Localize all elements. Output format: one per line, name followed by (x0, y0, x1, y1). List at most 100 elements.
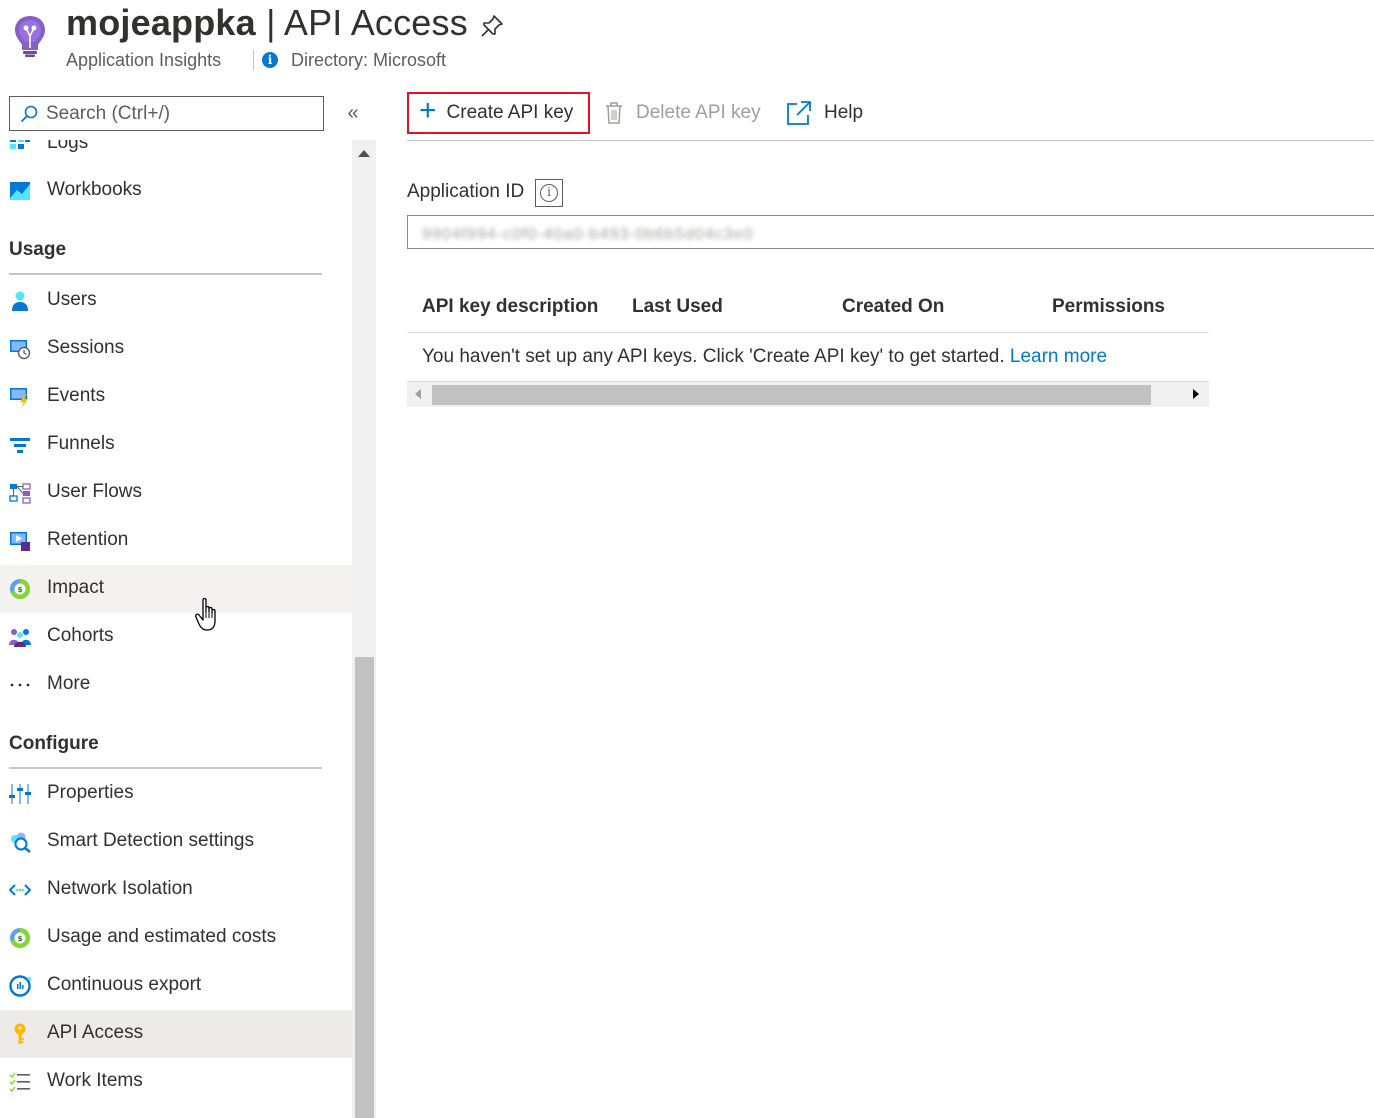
info-icon: i (540, 184, 558, 202)
funnels-icon (10, 438, 30, 453)
sidebar-item-label: Sessions (47, 337, 125, 358)
section-divider (9, 767, 322, 769)
column-header-permissions[interactable]: Permissions (1052, 296, 1165, 318)
svg-text:$: $ (18, 935, 23, 943)
delete-api-key-button[interactable]: Delete API key (604, 92, 761, 134)
sidebar-item-workbooks[interactable]: Workbooks (0, 167, 352, 215)
sessions-icon (10, 340, 31, 360)
collapse-sidebar-button[interactable]: « (342, 100, 364, 126)
sidebar-item-user-flows[interactable]: User Flows (0, 469, 352, 517)
impact-icon: $ (10, 578, 31, 599)
section-divider (9, 273, 322, 275)
resource-type: Application Insights (66, 50, 222, 70)
sidebar-item-label: Usage and estimated costs (47, 926, 277, 947)
section-heading-configure: Configure (9, 733, 99, 754)
retention-icon (10, 532, 30, 551)
sidebar-item-retention[interactable]: Retention (0, 517, 352, 565)
usage-costs-icon: $ (10, 927, 31, 948)
network-isolation-icon (9, 884, 31, 896)
application-id-field[interactable]: 9904f994-c0f0-40a0-b493-0b6b5d04c3e0 (407, 215, 1374, 249)
sidebar-item-usage-costs[interactable]: $ Usage and estimated costs (0, 914, 352, 962)
application-id-label: Application ID (407, 181, 525, 202)
sidebar-item-label: Users (47, 289, 97, 310)
scroll-up-arrow-icon[interactable] (358, 150, 370, 157)
key-icon (14, 1023, 26, 1044)
section-heading-usage: Usage (9, 239, 67, 260)
events-icon (10, 388, 28, 408)
page-title: mojeappka | API Access (66, 2, 468, 44)
logs-icon (10, 140, 30, 149)
scroll-right-arrow-icon[interactable] (1193, 389, 1199, 399)
sidebar-item-label: Cohorts (47, 625, 114, 646)
user-flows-icon (9, 483, 31, 504)
application-id-info-button[interactable]: i (535, 179, 563, 207)
column-header-description[interactable]: API key description (422, 296, 598, 318)
help-button[interactable]: Help (786, 92, 863, 134)
sidebar-item-smart-detection[interactable]: Smart Detection settings (0, 818, 352, 866)
smart-detection-icon (11, 832, 31, 853)
search-input[interactable] (46, 97, 316, 130)
create-api-key-button[interactable]: + Create API key (407, 92, 590, 134)
directory-label: Directory: Microsoft (291, 50, 447, 70)
sidebar-item-more[interactable]: More (0, 661, 352, 709)
svg-text:$: $ (18, 586, 23, 594)
sidebar-item-continuous-export[interactable]: Continuous export (0, 962, 352, 1010)
cohorts-icon (9, 629, 31, 647)
sidebar-item-label: Events (47, 385, 106, 406)
delete-api-key-label: Delete API key (636, 102, 761, 123)
create-api-key-label: Create API key (446, 102, 574, 123)
sidebar-item-label: Workbooks (47, 179, 142, 200)
sidebar-scrollbar[interactable] (352, 140, 376, 1118)
trash-icon (606, 102, 622, 124)
users-icon (12, 291, 28, 311)
app-insights-icon (15, 16, 45, 57)
search-icon (20, 105, 38, 123)
external-link-icon (787, 101, 811, 125)
sidebar-item-label: Smart Detection settings (47, 830, 254, 851)
scroll-left-arrow-icon[interactable] (415, 389, 421, 399)
toolbar-divider (407, 140, 1374, 141)
plus-icon: + (419, 94, 437, 127)
workbooks-icon (10, 182, 30, 200)
sidebar-item-cohorts[interactable]: Cohorts (0, 613, 352, 661)
sidebar-item-network-isolation[interactable]: Network Isolation (0, 866, 352, 914)
sidebar-item-logs[interactable]: Logs (0, 140, 352, 168)
table-header-divider (407, 332, 1209, 333)
subtitle-divider (253, 50, 254, 70)
sidebar-item-work-items[interactable]: Work Items (0, 1058, 352, 1106)
sidebar-item-label: Funnels (47, 433, 115, 454)
pin-icon[interactable] (480, 14, 504, 38)
sidebar-item-label: User Flows (47, 481, 143, 502)
sidebar-item-api-access[interactable]: API Access (0, 1010, 352, 1058)
sidebar-item-users[interactable]: Users (0, 277, 352, 325)
info-icon: i (262, 52, 278, 68)
sidebar-item-impact[interactable]: $ Impact (0, 565, 352, 613)
table-horizontal-scrollbar[interactable] (407, 381, 1209, 407)
sidebar-item-properties[interactable]: Properties (0, 770, 352, 818)
continuous-export-icon (9, 975, 31, 997)
help-label: Help (824, 102, 864, 123)
learn-more-link[interactable]: Learn more (1010, 346, 1107, 367)
properties-icon (9, 784, 31, 804)
scrollbar-thumb[interactable] (432, 385, 1151, 405)
sidebar-item-funnels[interactable]: Funnels (0, 421, 352, 469)
search-box[interactable] (9, 96, 324, 131)
sidebar-item-events[interactable]: Events (0, 373, 352, 421)
more-icon (10, 683, 30, 687)
column-header-created-on[interactable]: Created On (842, 296, 944, 318)
application-id-value: 9904f994-c0f0-40a0-b493-0b6b5d04c3e0 (422, 226, 754, 243)
sidebar-item-label: Impact (47, 577, 105, 598)
sidebar-item-label: More (47, 673, 91, 694)
work-items-icon (9, 1072, 30, 1093)
scrollbar-thumb[interactable] (355, 657, 374, 1118)
page-name: API Access (283, 2, 468, 43)
title-separator: | (255, 2, 284, 43)
app-name: mojeappka (66, 2, 256, 43)
hand-cursor-icon (195, 597, 216, 631)
sidebar-item-label: Properties (47, 782, 134, 803)
column-header-last-used[interactable]: Last Used (632, 296, 723, 318)
sidebar-item-label: Continuous export (47, 974, 202, 995)
sidebar-item-sessions[interactable]: Sessions (0, 325, 352, 373)
sidebar-item-label: API Access (47, 1022, 144, 1043)
sidebar-item-label: Work Items (47, 1070, 143, 1091)
